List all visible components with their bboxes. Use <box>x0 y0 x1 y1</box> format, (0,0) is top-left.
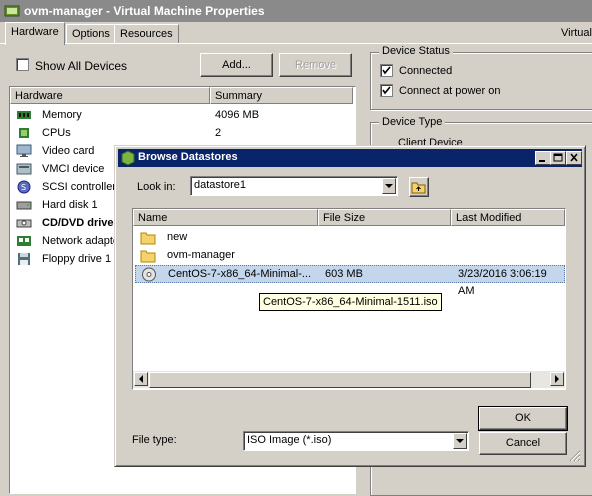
file-modified: 3/23/2016 3:06:19 AM <box>458 268 547 297</box>
file-type-select[interactable]: ISO Image (*.iso) <box>243 431 469 451</box>
iso-disc-icon <box>142 267 156 282</box>
column-header-file-size[interactable]: File Size <box>318 209 451 226</box>
column-header-last-modified[interactable]: Last Modified <box>451 209 565 226</box>
dialog-title-bar[interactable]: Browse Datastores <box>118 149 582 167</box>
file-row-ovm-manager[interactable]: ovm-manager <box>135 247 565 264</box>
hardware-name: Network adapter <box>42 235 114 247</box>
filename-tooltip: CentOS-7-x86_64-Minimal-1511.iso <box>259 293 442 311</box>
device-status-title: Device Status <box>379 45 453 57</box>
cancel-button[interactable]: Cancel <box>479 432 567 455</box>
file-name: new <box>167 231 188 243</box>
close-button[interactable] <box>566 151 582 165</box>
file-size: 603 MB <box>325 268 363 280</box>
chevron-down-icon[interactable] <box>453 433 467 449</box>
up-folder-icon <box>411 182 426 194</box>
file-type-value: ISO Image (*.iso) <box>247 434 332 446</box>
device-type-title: Device Type <box>379 116 446 128</box>
window-title-bar[interactable]: ovm-manager - Virtual Machine Properties <box>0 0 592 22</box>
browse-datastores-dialog: Browse Datastores Look in: datastore1 Na… <box>114 145 586 467</box>
hardware-summary: 2 <box>215 127 222 139</box>
connected-label: Connected <box>399 65 453 77</box>
floppy-icon <box>18 253 30 265</box>
scsi-icon: S <box>17 180 31 194</box>
vm-icon <box>4 5 20 17</box>
tab-divider <box>0 43 592 44</box>
show-all-devices-checkbox[interactable] <box>16 58 29 71</box>
horizontal-scrollbar[interactable] <box>133 371 565 388</box>
column-header-hardware[interactable]: Hardware <box>10 87 210 104</box>
hardware-name: Floppy drive 1 <box>42 253 112 265</box>
monitor-icon <box>16 144 32 157</box>
add-button[interactable]: Add... <box>200 53 273 77</box>
tab-hardware[interactable]: Hardware <box>5 22 65 45</box>
look-in-label: Look in: <box>137 181 176 193</box>
right-tab-label: Virtual <box>561 27 592 39</box>
hardware-name: Video card <box>42 145 95 157</box>
minimize-button[interactable] <box>535 151 551 165</box>
dialog-title: Browse Datastores <box>138 151 238 163</box>
cdrom-icon <box>16 219 32 228</box>
hardware-row-cpus[interactable]: CPUs 2 <box>10 124 350 142</box>
network-icon <box>17 236 31 246</box>
maximize-button[interactable] <box>550 151 566 165</box>
cpu-icon <box>19 128 29 138</box>
chevron-down-icon[interactable] <box>382 178 396 194</box>
show-all-devices-label: Show All Devices <box>35 59 128 73</box>
window-title: ovm-manager - Virtual Machine Properties <box>24 4 265 18</box>
scroll-left-button[interactable] <box>134 372 148 386</box>
tab-resources[interactable]: Resources <box>114 24 179 44</box>
connect-power-on-label: Connect at power on <box>399 85 501 97</box>
hardware-name: SCSI controller <box>42 181 114 193</box>
up-folder-button[interactable] <box>409 177 429 197</box>
look-in-select[interactable]: datastore1 <box>190 176 398 196</box>
hardware-name: CD/DVD drive <box>42 217 114 229</box>
look-in-value: datastore1 <box>194 179 246 191</box>
disk-icon <box>16 201 32 210</box>
device-status-group <box>370 52 592 110</box>
file-name: CentOS-7-x86_64-Minimal-... <box>168 268 312 280</box>
connected-checkbox[interactable] <box>380 64 393 77</box>
hardware-name: Memory <box>42 109 82 121</box>
column-header-name[interactable]: Name <box>133 209 318 226</box>
hardware-row-memory[interactable]: Memory 4096 MB <box>10 106 350 124</box>
file-row-centos-iso[interactable]: CentOS-7-x86_64-Minimal-... 603 MB 3/23/… <box>135 265 565 297</box>
scroll-right-button[interactable] <box>550 372 564 386</box>
svg-text:S: S <box>21 183 26 192</box>
resize-grip-icon[interactable] <box>567 448 581 462</box>
hardware-summary: 4096 MB <box>215 109 260 121</box>
hardware-name: VMCI device <box>42 163 105 175</box>
connect-power-on-checkbox[interactable] <box>380 84 393 97</box>
ok-button[interactable]: OK <box>478 406 568 431</box>
file-row-new[interactable]: new <box>135 229 565 246</box>
vmci-icon <box>16 163 32 175</box>
file-name: ovm-manager <box>167 249 235 261</box>
remove-button[interactable]: Remove <box>279 53 352 77</box>
folder-icon <box>140 232 156 245</box>
file-type-label: File type: <box>132 434 177 446</box>
scroll-thumb[interactable] <box>149 372 531 388</box>
column-header-summary[interactable]: Summary <box>210 87 353 104</box>
tab-options[interactable]: Options <box>66 24 116 44</box>
memory-icon <box>17 111 31 119</box>
hardware-name: CPUs <box>42 127 71 139</box>
datastore-icon <box>121 150 135 166</box>
hardware-name: Hard disk 1 <box>42 199 98 211</box>
folder-icon <box>140 250 156 263</box>
